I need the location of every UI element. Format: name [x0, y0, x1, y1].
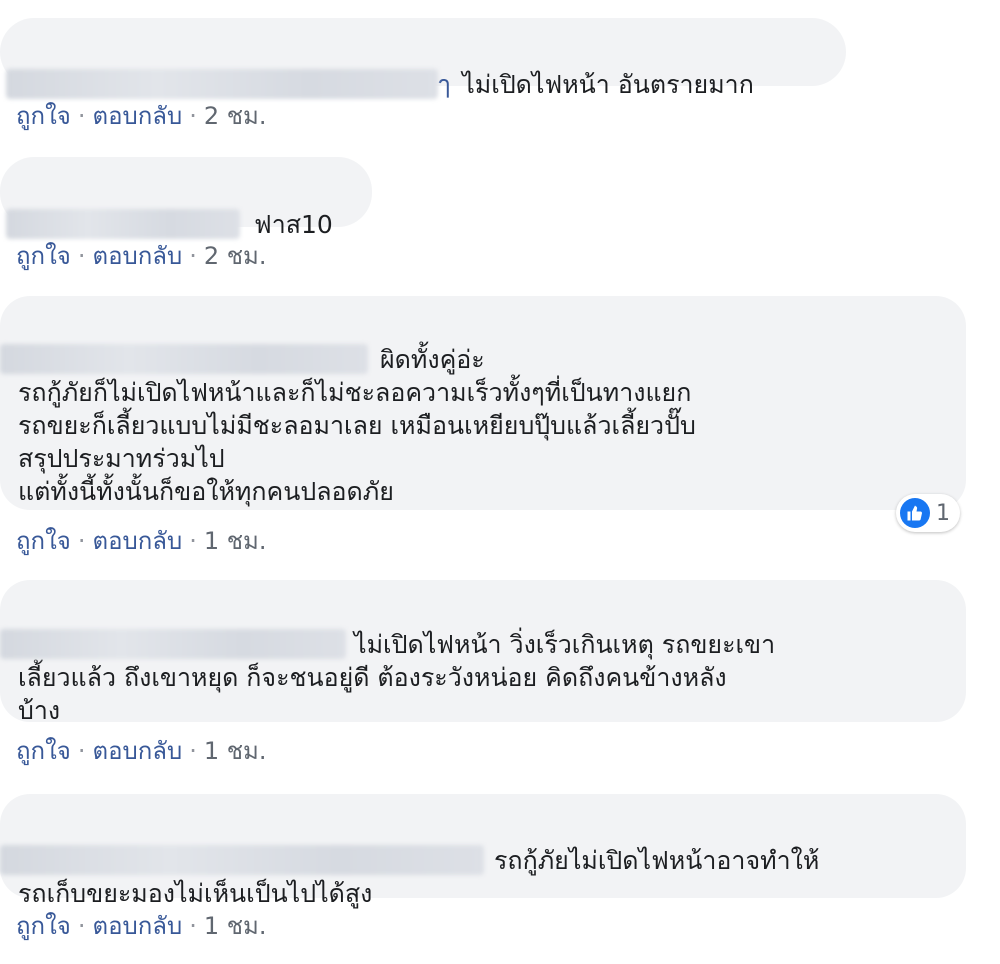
comment-1: ๅ ไม่เปิดไฟหน้า อันตรายมาก — [0, 18, 846, 99]
separator: · — [189, 527, 197, 555]
timestamp[interactable]: 2 ชม. — [204, 242, 267, 270]
commenter-name-tail: ๅ — [438, 70, 451, 99]
comment-bubble: ไม่เปิดไฟหน้า วิ่งเร็วเกินเหตุ รถขยะเขา … — [0, 580, 966, 725]
comment-text: ฟาส10 — [254, 210, 333, 239]
comment-bubble: รถกู้ภัยไม่เปิดไฟหน้าอาจทำให้ รถเก็บขยะม… — [0, 794, 966, 908]
separator: · — [189, 737, 197, 765]
like-link[interactable]: ถูกใจ — [16, 102, 71, 130]
reply-link[interactable]: ตอบกลับ — [92, 737, 182, 765]
separator: · — [189, 912, 197, 940]
reply-link[interactable]: ตอบกลับ — [92, 242, 182, 270]
separator: · — [77, 912, 86, 940]
separator: · — [77, 242, 86, 270]
comment-actions: ถูกใจ · ตอบกลับ · 1 ชม. — [16, 521, 266, 560]
comment-bubble: ผิดทั้งคู่อ่ะ รถกู้ภัยก็ไม่เปิดไฟหน้าและ… — [0, 296, 966, 532]
separator: · — [189, 242, 197, 270]
comment-body: เลี้ยวแล้ว ถึงเขาหยุด ก็จะชนอยู่ดี ต้องร… — [18, 663, 727, 725]
comment-bubble: ฟาส10 — [0, 157, 372, 239]
reply-link[interactable]: ตอบกลับ — [92, 912, 182, 940]
comment-4: ไม่เปิดไฟหน้า วิ่งเร็วเกินเหตุ รถขยะเขา … — [0, 580, 966, 725]
separator: · — [77, 527, 86, 555]
timestamp[interactable]: 1 ชม. — [204, 737, 267, 765]
reaction-count: 1 — [936, 500, 950, 526]
separator: · — [77, 737, 86, 765]
commenter-name-blurred[interactable] — [0, 629, 346, 659]
comment-text: รถกู้ภัยไม่เปิดไฟหน้าอาจทำให้ — [494, 846, 820, 875]
like-link[interactable]: ถูกใจ — [16, 912, 71, 940]
comment-bubble: ๅ ไม่เปิดไฟหน้า อันตรายมาก — [0, 18, 846, 99]
comment-actions: ถูกใจ · ตอบกลับ · 2 ชม. — [16, 236, 266, 275]
timestamp[interactable]: 1 ชม. — [204, 527, 267, 555]
commenter-name-blurred[interactable] — [6, 209, 240, 239]
comment-text: ไม่เปิดไฟหน้า อันตรายมาก — [462, 70, 754, 99]
thumbs-up-icon — [900, 498, 930, 528]
reply-link[interactable]: ตอบกลับ — [92, 102, 182, 130]
commenter-name-blurred[interactable] — [0, 344, 368, 374]
comment-2: ฟาส10 — [0, 157, 372, 239]
comment-5: รถกู้ภัยไม่เปิดไฟหน้าอาจทำให้ รถเก็บขยะม… — [0, 794, 966, 908]
separator: · — [77, 102, 86, 130]
comment-actions: ถูกใจ · ตอบกลับ · 2 ชม. — [16, 96, 266, 135]
comment-body: รถกู้ภัยก็ไม่เปิดไฟหน้าและก็ไม่ชะลอความเ… — [18, 378, 696, 506]
commenter-name-blurred[interactable] — [0, 845, 484, 875]
like-link[interactable]: ถูกใจ — [16, 242, 71, 270]
comment-actions: ถูกใจ · ตอบกลับ · 1 ชม. — [16, 906, 266, 945]
comment-3: ผิดทั้งคู่อ่ะ รถกู้ภัยก็ไม่เปิดไฟหน้าและ… — [0, 296, 966, 532]
commenter-name-blurred[interactable] — [6, 69, 438, 99]
comment-text: ไม่เปิดไฟหน้า วิ่งเร็วเกินเหตุ รถขยะเขา — [354, 630, 776, 659]
comment-actions: ถูกใจ · ตอบกลับ · 1 ชม. — [16, 731, 266, 770]
timestamp[interactable]: 1 ชม. — [204, 912, 267, 940]
reaction-summary[interactable]: 1 — [896, 494, 960, 532]
like-link[interactable]: ถูกใจ — [16, 527, 71, 555]
reply-link[interactable]: ตอบกลับ — [92, 527, 182, 555]
like-link[interactable]: ถูกใจ — [16, 737, 71, 765]
separator: · — [189, 102, 197, 130]
comment-text: ผิดทั้งคู่อ่ะ — [380, 345, 485, 374]
timestamp[interactable]: 2 ชม. — [204, 102, 267, 130]
